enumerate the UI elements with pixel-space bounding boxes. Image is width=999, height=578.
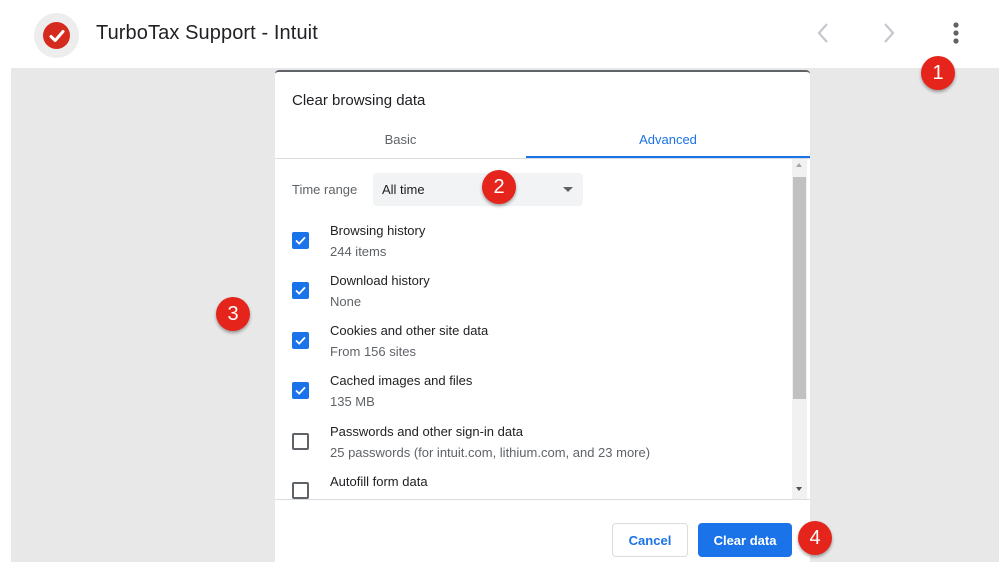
- annotation-badge-2: 2: [482, 170, 516, 204]
- cached-files-checkbox[interactable]: [292, 382, 309, 399]
- option-label: Download history: [330, 273, 430, 288]
- turbotax-logo: [34, 13, 79, 58]
- tab-advanced[interactable]: Advanced: [526, 119, 810, 159]
- option-passwords: Passwords and other sign-in data 25 pass…: [275, 424, 790, 474]
- dialog-title: Clear browsing data: [292, 92, 426, 109]
- option-cached-files: Cached images and files 135 MB: [275, 373, 790, 423]
- time-range-label: Time range: [292, 182, 358, 197]
- option-autofill: Autofill form data: [275, 474, 790, 499]
- option-label: Browsing history: [330, 223, 426, 238]
- option-detail: None: [330, 294, 362, 309]
- forward-button[interactable]: [874, 18, 904, 48]
- chevron-right-icon: [884, 23, 895, 43]
- option-label: Cached images and files: [330, 373, 473, 388]
- checkmark-icon: [295, 236, 306, 245]
- back-button[interactable]: [808, 18, 838, 48]
- option-browsing-history: Browsing history 244 items: [275, 223, 790, 273]
- screen: TurboTax Support - Intuit Clear browsing…: [0, 0, 999, 578]
- browsing-history-checkbox[interactable]: [292, 232, 309, 249]
- clear-browsing-data-dialog: Clear browsing data Basic Advanced Time …: [275, 70, 810, 562]
- option-detail: 135 MB: [330, 394, 375, 409]
- scroll-up-arrow-icon[interactable]: [796, 163, 802, 167]
- chevron-left-icon: [817, 23, 828, 43]
- options-scrollbar[interactable]: [792, 159, 807, 499]
- option-cookies: Cookies and other site data From 156 sit…: [275, 323, 790, 373]
- cancel-button[interactable]: Cancel: [612, 523, 688, 557]
- turbotax-check-icon: [43, 22, 70, 49]
- checkmark-icon: [295, 336, 306, 345]
- scroll-thumb[interactable]: [793, 177, 806, 399]
- option-label: Cookies and other site data: [330, 323, 489, 338]
- options-list: Time range All time Browsing history 244…: [275, 159, 810, 499]
- page-title: TurboTax Support - Intuit: [96, 22, 318, 44]
- option-label: Passwords and other sign-in data: [330, 424, 523, 439]
- more-menu-button[interactable]: [941, 18, 971, 48]
- option-detail: From 156 sites: [330, 344, 416, 359]
- option-detail: 244 items: [330, 244, 387, 259]
- time-range-select[interactable]: All time: [373, 173, 583, 206]
- footer-divider: [275, 499, 810, 500]
- autofill-checkbox[interactable]: [292, 482, 309, 499]
- dropdown-arrow-icon: [563, 187, 573, 192]
- time-range-value: All time: [382, 182, 425, 197]
- clear-data-button[interactable]: Clear data: [698, 523, 792, 557]
- scroll-down-arrow-icon[interactable]: [796, 487, 802, 491]
- annotation-badge-4: 4: [798, 521, 832, 555]
- checkmark-icon: [295, 286, 306, 295]
- download-history-checkbox[interactable]: [292, 282, 309, 299]
- option-label: Autofill form data: [330, 474, 428, 489]
- passwords-checkbox[interactable]: [292, 433, 309, 450]
- app-header: TurboTax Support - Intuit: [0, 0, 999, 68]
- option-detail: 25 passwords (for intuit.com, lithium.co…: [330, 445, 651, 460]
- tab-basic[interactable]: Basic: [275, 119, 526, 159]
- option-download-history: Download history None: [275, 273, 790, 323]
- annotation-badge-1: 1: [921, 56, 955, 90]
- checkmark-icon: [295, 386, 306, 395]
- annotation-badge-3: 3: [216, 297, 250, 331]
- cookies-checkbox[interactable]: [292, 332, 309, 349]
- more-vert-icon: [953, 22, 959, 44]
